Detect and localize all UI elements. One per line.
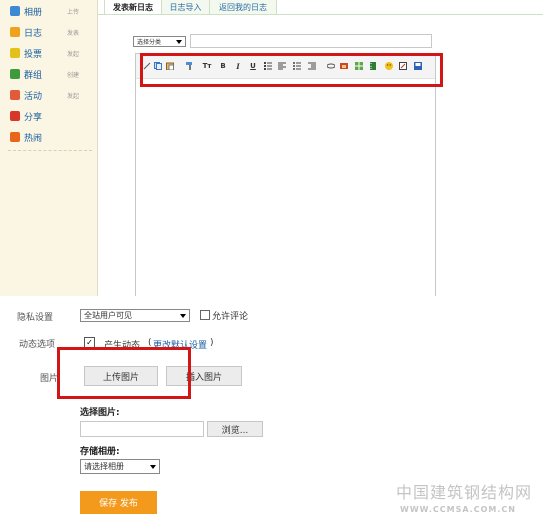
blog-icon	[10, 27, 20, 37]
tab-back-my-blog[interactable]: 返回我的日志	[209, 0, 277, 15]
title-input[interactable]	[190, 34, 432, 48]
share-icon	[10, 111, 20, 121]
sidebar-border	[97, 0, 98, 296]
upload-highlight-box	[57, 347, 191, 399]
sidebar-item[interactable]: 相册 上传	[10, 2, 95, 20]
hot-icon	[10, 132, 20, 142]
watermark-text: 中国建筑钢结构网	[396, 483, 533, 502]
category-select-value: 选择分类	[137, 39, 162, 46]
sidebar-item[interactable]: 热闹	[10, 128, 95, 146]
file-path-input[interactable]	[80, 421, 204, 437]
paren-close: )	[210, 338, 214, 348]
feed-label: 动态选项	[19, 340, 56, 350]
sidebar-item-action[interactable]: 发表	[67, 28, 79, 37]
sidebar-item-label: 热闹	[24, 133, 43, 144]
sidebar-divider	[8, 150, 92, 151]
sidebar-item[interactable]: 群组 创建	[10, 65, 95, 83]
sidebar-item[interactable]: 日志 发表	[10, 23, 95, 41]
sidebar-item-label: 分享	[24, 112, 43, 123]
sidebar-item[interactable]: 投票 发起	[10, 44, 95, 62]
tab-underline	[98, 14, 543, 15]
sidebar-item-action[interactable]: 创建	[67, 70, 79, 79]
album-select-value: 请选择相册	[84, 462, 124, 471]
sidebar-item-label: 投票	[24, 49, 43, 60]
sidebar-item-action[interactable]: 发起	[67, 91, 79, 100]
album-select[interactable]: 请选择相册	[80, 459, 160, 474]
chevron-down-icon	[150, 465, 156, 469]
album-label: 存储相册:	[80, 447, 120, 457]
sidebar-item-label: 群组	[24, 70, 43, 81]
event-icon	[10, 90, 20, 100]
tab-blog-import[interactable]: 日志导入	[161, 0, 210, 15]
privacy-select[interactable]: 全站用户可见	[80, 309, 190, 322]
sidebar-item[interactable]: 分享	[10, 107, 95, 125]
toolbar-highlight-box	[140, 53, 443, 87]
rich-text-editor[interactable]	[135, 53, 436, 296]
chevron-down-icon	[176, 40, 182, 44]
choose-image-label: 选择图片:	[80, 408, 120, 418]
sidebar-item[interactable]: 活动 发起	[10, 86, 95, 104]
privacy-label: 隐私设置	[17, 313, 54, 323]
sidebar-item-action[interactable]: 发起	[67, 49, 79, 58]
watermark-url: WWW.CCMSA.COM.CN	[400, 505, 516, 514]
sidebar-item-label: 相册	[24, 7, 43, 18]
tab-new-blog[interactable]: 发表新日志	[104, 0, 162, 15]
save-publish-button[interactable]: 保存 发布	[80, 491, 157, 514]
poll-icon	[10, 48, 20, 58]
browse-button[interactable]: 浏览...	[207, 421, 263, 437]
chevron-down-icon	[180, 314, 186, 318]
privacy-select-value: 全站用户可见	[84, 311, 132, 320]
allow-comment-label: 允许评论	[212, 312, 249, 322]
album-icon	[10, 6, 20, 16]
category-select[interactable]: 选择分类	[133, 36, 186, 47]
allow-comment-checkbox[interactable]	[200, 310, 210, 320]
sidebar-item-label: 日志	[24, 28, 43, 39]
image-label: 图片	[40, 374, 59, 384]
sidebar-item-label: 活动	[24, 91, 43, 102]
group-icon	[10, 69, 20, 79]
sidebar-item-action[interactable]: 上传	[67, 7, 79, 16]
